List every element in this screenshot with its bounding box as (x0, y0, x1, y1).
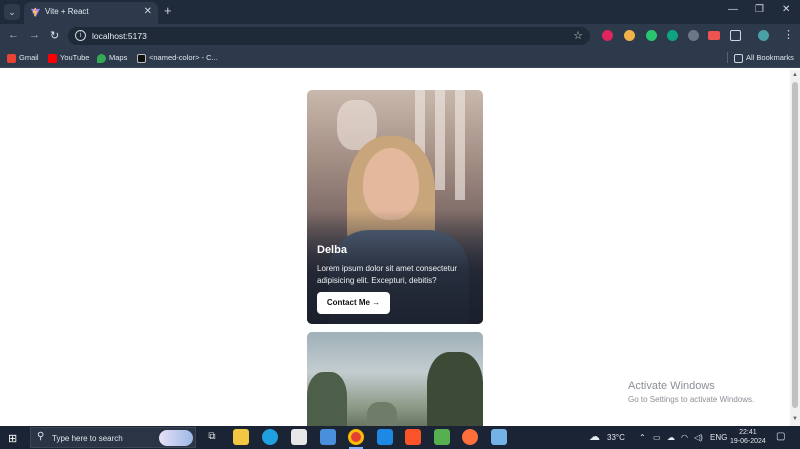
edge-icon[interactable] (262, 429, 278, 445)
folder-icon (734, 53, 743, 63)
windows-taskbar: ⊞ ⚲ Type here to search ⧉ ☁ 33°C ⌃ ▭ ☁ ◠… (0, 426, 800, 449)
new-tab-button[interactable]: + (164, 3, 172, 18)
search-icon: ⚲ (37, 431, 45, 442)
task-view-icon[interactable]: ⧉ (204, 429, 220, 445)
vite-icon (30, 7, 41, 18)
pillar (435, 90, 445, 190)
page-scrollbar[interactable]: ▲ ▼ (790, 70, 800, 426)
search-highlight-icon (159, 430, 193, 446)
postman-icon[interactable] (462, 429, 478, 445)
tree (427, 352, 483, 426)
browser-titlebar: ⌄ Vite + React ✕ + — ❐ ✕ (0, 0, 800, 24)
gitkraken-icon[interactable] (434, 429, 450, 445)
page-viewport: Delba Lorem ipsum dolor sit amet consect… (0, 70, 790, 426)
notepad-icon[interactable] (491, 429, 507, 445)
extension-cookie-icon[interactable] (624, 30, 635, 41)
address-url[interactable]: localhost:5173 (92, 31, 147, 41)
bookmarks-bar: Gmail YouTube Maps <named-color> - C... … (0, 48, 800, 68)
close-window-button[interactable]: ✕ (782, 4, 790, 15)
bookmark-maps[interactable]: Maps (97, 53, 127, 63)
youtube-icon (48, 53, 57, 63)
weather-temperature[interactable]: 33°C (607, 433, 625, 442)
bookmark-label: YouTube (60, 53, 90, 62)
volume-icon[interactable]: ◁) (694, 433, 703, 442)
taskbar-clock[interactable]: 22:41 19-06-2024 (730, 428, 766, 446)
language-indicator[interactable]: ENG (710, 433, 727, 442)
tab-title: Vite + React (45, 7, 89, 16)
clock-time: 22:41 (739, 429, 757, 436)
profile-card: Delba Lorem ipsum dolor sit amet consect… (307, 90, 483, 324)
card-description: Lorem ipsum dolor sit amet consectetur a… (317, 264, 458, 285)
profile-card (307, 332, 483, 426)
activate-windows-subtitle: Go to Settings to activate Windows. (628, 395, 755, 404)
windows-start-icon[interactable]: ⊞ (8, 432, 17, 445)
taskbar-search-placeholder: Type here to search (52, 434, 123, 443)
card-name: Delba (317, 244, 347, 256)
maps-icon (97, 53, 106, 63)
notifications-icon[interactable]: ▢ (776, 431, 785, 442)
store-icon[interactable] (291, 429, 307, 445)
weather-icon[interactable]: ☁ (589, 430, 600, 443)
back-button[interactable]: ← (8, 29, 19, 41)
extension-green-icon[interactable] (646, 30, 657, 41)
restore-button[interactable]: ❐ (755, 4, 764, 15)
pillar (455, 90, 465, 200)
chrome-icon[interactable] (348, 429, 364, 445)
contact-me-button[interactable]: Contact Me → (317, 292, 390, 314)
extension-record-icon[interactable] (602, 30, 613, 41)
browser-tab[interactable]: Vite + React ✕ (24, 2, 158, 24)
bookmark-mdn[interactable]: <named-color> - C... (137, 53, 218, 63)
address-bar[interactable]: i localhost:5173 ☆ (68, 27, 590, 45)
bookmark-star-icon[interactable]: ☆ (573, 29, 583, 42)
profile-avatar[interactable] (758, 30, 769, 41)
brave-icon[interactable] (405, 429, 421, 445)
bookmark-youtube[interactable]: YouTube (48, 53, 89, 63)
clock-date: 19-06-2024 (730, 438, 766, 445)
all-bookmarks-button[interactable]: All Bookmarks (734, 53, 794, 63)
forward-button[interactable]: → (29, 29, 40, 41)
wifi-icon[interactable]: ◠ (681, 433, 688, 442)
browser-toolbar: ← → ↻ i localhost:5173 ☆ (0, 24, 800, 48)
tree (307, 372, 347, 426)
scroll-down-arrow[interactable]: ▼ (792, 416, 798, 422)
extensions-puzzle-icon[interactable] (730, 30, 741, 41)
tree (367, 402, 397, 426)
scroll-thumb[interactable] (792, 82, 798, 408)
bookmark-label: <named-color> - C... (149, 53, 218, 62)
tab-search-button[interactable]: ⌄ (4, 4, 20, 20)
bookmark-label: Maps (109, 53, 128, 62)
reload-button[interactable]: ↻ (50, 29, 59, 42)
bookmark-label: Gmail (19, 53, 39, 62)
browser-menu-icon[interactable]: ⋮ (783, 28, 794, 41)
minimize-button[interactable]: — (728, 4, 738, 15)
all-bookmarks-label: All Bookmarks (746, 53, 794, 62)
scroll-up-arrow[interactable]: ▲ (792, 72, 798, 78)
photos-icon[interactable] (320, 429, 336, 445)
file-explorer-icon[interactable] (233, 429, 249, 445)
extension-openai-icon[interactable] (667, 30, 678, 41)
onedrive-icon[interactable]: ☁ (667, 433, 675, 442)
bookmark-gmail[interactable]: Gmail (7, 53, 39, 63)
meet-now-icon[interactable]: ▭ (653, 433, 661, 442)
activate-windows-title: Activate Windows (628, 380, 715, 392)
vscode-icon[interactable] (377, 429, 393, 445)
show-hidden-icons[interactable]: ⌃ (639, 433, 646, 442)
site-info-icon[interactable]: i (75, 30, 86, 41)
tab-close-button[interactable]: ✕ (144, 6, 152, 17)
taskbar-search[interactable]: ⚲ Type here to search (30, 427, 196, 448)
extension-red-icon[interactable] (708, 31, 720, 40)
mdn-icon (137, 53, 146, 63)
extension-cast-icon[interactable] (688, 30, 699, 41)
gmail-icon (7, 53, 16, 63)
